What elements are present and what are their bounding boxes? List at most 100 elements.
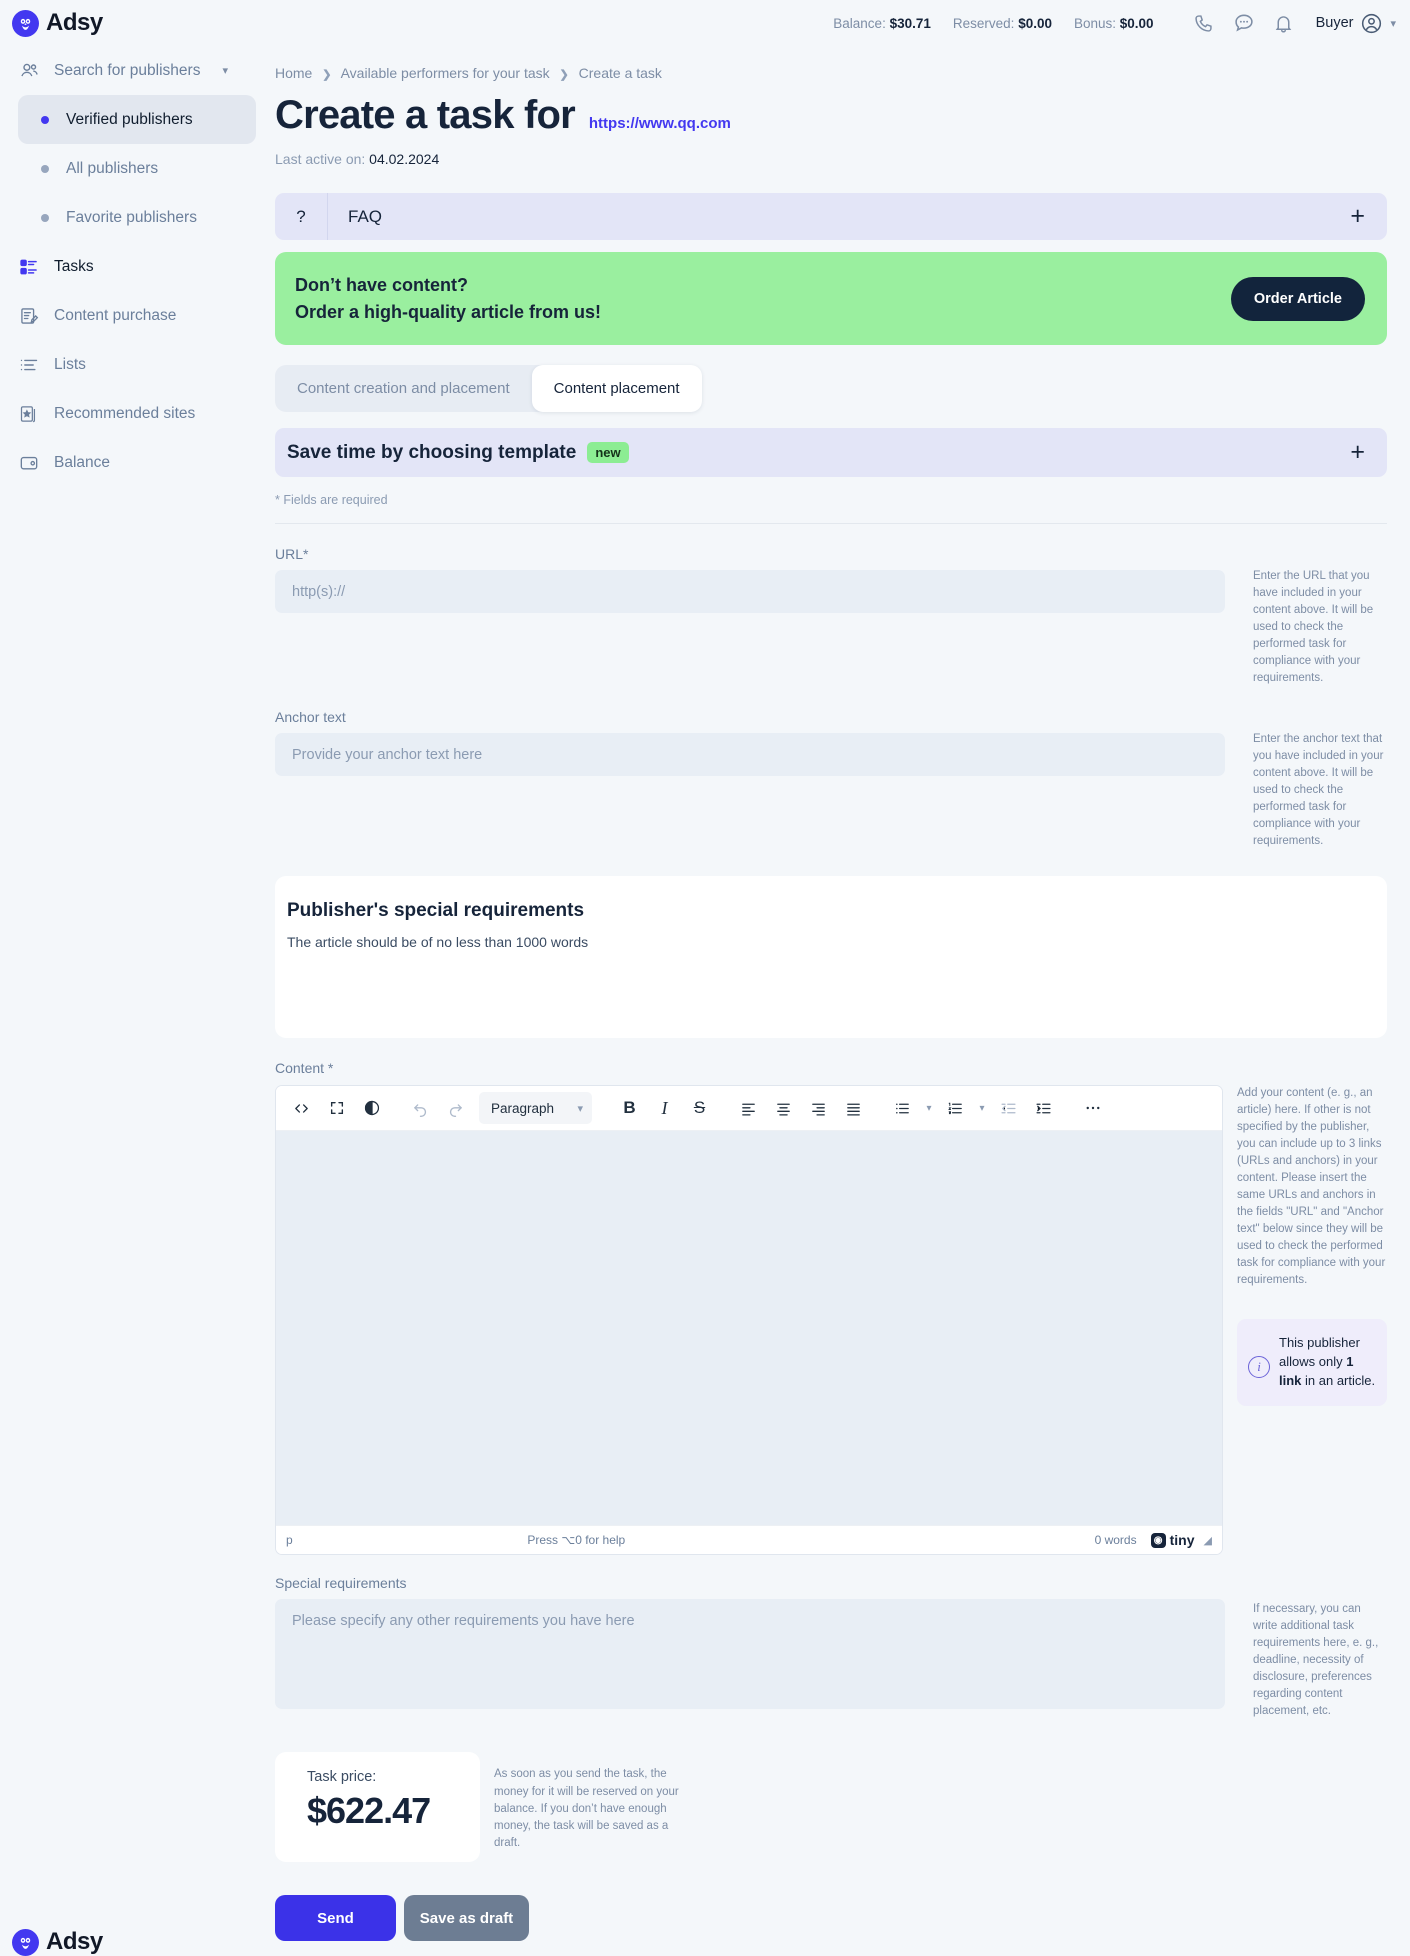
breadcrumb-item-home[interactable]: Home	[275, 65, 312, 81]
tinymce-branding[interactable]: ◉ tiny	[1150, 1532, 1195, 1549]
special-requirements-textarea[interactable]	[275, 1599, 1225, 1710]
user-menu[interactable]: Buyer ▾	[1316, 12, 1396, 35]
sidebar-item-label: Search for publishers	[54, 61, 201, 79]
outdent-icon[interactable]	[991, 1091, 1026, 1126]
main-content: Home ❯ Available performers for your tas…	[262, 46, 1410, 1942]
app-root: Adsy Balance: $30.71 Reserved: $0.00 Bon…	[0, 0, 1410, 1956]
align-left-icon[interactable]	[731, 1091, 766, 1126]
undo-icon[interactable]	[403, 1091, 438, 1126]
editor-word-count: 0 words	[1094, 1533, 1137, 1548]
sidebar-item-lists[interactable]: Lists	[6, 340, 256, 389]
sidebar-item-content-purchase[interactable]: Content purchase	[6, 291, 256, 340]
preview-icon[interactable]	[354, 1091, 389, 1126]
editor-toolbar: Paragraph ▾ B I S ▾ ▾	[276, 1086, 1222, 1132]
faq-label: FAQ	[348, 206, 383, 226]
editor-element-path: p	[286, 1533, 293, 1548]
breadcrumb: Home ❯ Available performers for your tas…	[262, 46, 1410, 81]
tinymce-editor: Paragraph ▾ B I S ▾ ▾ p Press ⌥0 for hel…	[275, 1085, 1223, 1556]
question-mark-icon: ?	[296, 206, 306, 226]
strikethrough-icon[interactable]: S	[682, 1091, 717, 1126]
save-as-draft-button[interactable]: Save as draft	[404, 1895, 529, 1942]
faq-accordion[interactable]: ? FAQ +	[275, 193, 1387, 240]
order-article-banner: Don’t have content? Order a high-quality…	[275, 252, 1387, 345]
brand-name: Adsy	[46, 9, 103, 36]
field-row-anchor: Anchor text Enter the anchor text that y…	[275, 709, 1387, 850]
users-icon	[18, 60, 40, 82]
document-edit-icon	[18, 305, 40, 327]
align-justify-icon[interactable]	[836, 1091, 871, 1126]
sidebar-item-label: Recommended sites	[54, 404, 196, 422]
sidebar-item-favorite-publishers[interactable]: Favorite publishers	[18, 193, 256, 242]
tab-content-creation-and-placement[interactable]: Content creation and placement	[275, 365, 532, 412]
url-input[interactable]	[275, 570, 1225, 613]
align-center-icon[interactable]	[766, 1091, 801, 1126]
sidebar-item-label: All publishers	[66, 159, 159, 177]
order-article-button[interactable]: Order Article	[1230, 276, 1365, 321]
sidebar-item-label: Verified publishers	[66, 110, 193, 128]
phone-icon[interactable]	[1184, 3, 1224, 43]
sidebar-item-label: Favorite publishers	[66, 208, 197, 226]
fullscreen-icon[interactable]	[319, 1091, 354, 1126]
bullet-list-chevron-icon[interactable]: ▾	[920, 1091, 938, 1126]
content-side-panel: Add your content (e. g., an article) her…	[1237, 1085, 1387, 1555]
balance-item: Balance: $30.71	[833, 15, 931, 31]
bonus-item: Bonus: $0.00	[1073, 15, 1154, 31]
sidebar-item-all-publishers[interactable]: All publishers	[18, 144, 256, 193]
link-limit-text-after: in an article.	[1301, 1373, 1376, 1389]
last-active: Last active on: 04.02.2024	[262, 151, 1410, 167]
task-price-value: $622.47	[307, 1790, 431, 1832]
resize-handle-icon[interactable]: ◢	[1204, 1534, 1212, 1547]
owl-logo-icon	[12, 9, 39, 37]
editor-body[interactable]	[276, 1131, 1222, 1526]
tiny-logo-icon: ◉	[1150, 1532, 1166, 1548]
sidebar-item-search-for-publishers[interactable]: Search for publishers ▾	[6, 46, 256, 95]
send-button[interactable]: Send	[275, 1895, 396, 1942]
last-active-value: 04.02.2024	[369, 151, 440, 167]
task-price-row: Task price: $622.47 As soon as you send …	[275, 1752, 1387, 1863]
template-accordion[interactable]: Save time by choosing template new +	[275, 428, 1387, 477]
tinymce-branding-label: tiny	[1169, 1532, 1195, 1549]
brand-name: Adsy	[46, 1928, 103, 1955]
anchor-hint: Enter the anchor text that you have incl…	[1253, 733, 1384, 848]
chevron-down-icon: ▾	[222, 65, 228, 77]
numbered-list-icon[interactable]	[938, 1091, 973, 1126]
sidebar: Search for publishers ▾ Verified publish…	[0, 46, 262, 1956]
align-right-icon[interactable]	[801, 1091, 836, 1126]
breadcrumb-separator: ❯	[322, 69, 332, 81]
editor-help-text: Press ⌥0 for help	[527, 1533, 626, 1548]
tab-content-placement[interactable]: Content placement	[531, 365, 702, 412]
bullet-list-icon[interactable]	[885, 1091, 920, 1126]
sidebar-item-label: Lists	[54, 355, 86, 373]
plus-icon[interactable]: +	[1350, 438, 1387, 467]
content-label: Content *	[275, 1060, 334, 1077]
bold-icon[interactable]: B	[612, 1091, 647, 1126]
sidebar-item-balance[interactable]: Balance	[6, 438, 256, 487]
brand-logo[interactable]: Adsy	[0, 9, 262, 37]
more-options-icon[interactable]	[1075, 1091, 1110, 1126]
sidebar-subitems: Verified publishers All publishers Favor…	[0, 95, 262, 242]
breadcrumb-item-create-a-task: Create a task	[578, 65, 662, 81]
field-row-special-requirements: Special requirements If necessary, you c…	[275, 1575, 1387, 1720]
format-select[interactable]: Paragraph ▾	[479, 1092, 592, 1125]
sidebar-item-recommended-sites[interactable]: Recommended sites	[6, 389, 256, 438]
publisher-requirements-card: Publisher's special requirements The art…	[275, 876, 1387, 1039]
plus-icon[interactable]: +	[1350, 202, 1387, 231]
sidebar-item-tasks[interactable]: Tasks	[6, 242, 256, 291]
anchor-input[interactable]	[275, 733, 1225, 777]
numbered-list-chevron-icon[interactable]: ▾	[973, 1091, 991, 1126]
chat-bubble-icon[interactable]	[1224, 3, 1264, 43]
site-url-link[interactable]: https://www.qq.com	[589, 115, 731, 132]
sidebar-item-verified-publishers[interactable]: Verified publishers	[18, 95, 256, 144]
task-price-note: As soon as you send the task, the money …	[494, 1768, 679, 1850]
source-code-icon[interactable]	[284, 1091, 319, 1126]
breadcrumb-item-available-performers[interactable]: Available performers for your task	[341, 65, 550, 81]
publisher-requirements-text: The article should be of no less than 10…	[287, 934, 589, 951]
field-row-url: URL* Enter the URL that you have include…	[275, 546, 1387, 687]
italic-icon[interactable]: I	[647, 1091, 682, 1126]
link-limit-text: This publisher allows only 1 link in an …	[1279, 1334, 1376, 1391]
list-icon	[18, 354, 40, 376]
redo-icon[interactable]	[438, 1091, 473, 1126]
bell-icon[interactable]	[1264, 3, 1304, 43]
indent-icon[interactable]	[1026, 1091, 1061, 1126]
special-requirements-label: Special requirements	[275, 1575, 407, 1592]
